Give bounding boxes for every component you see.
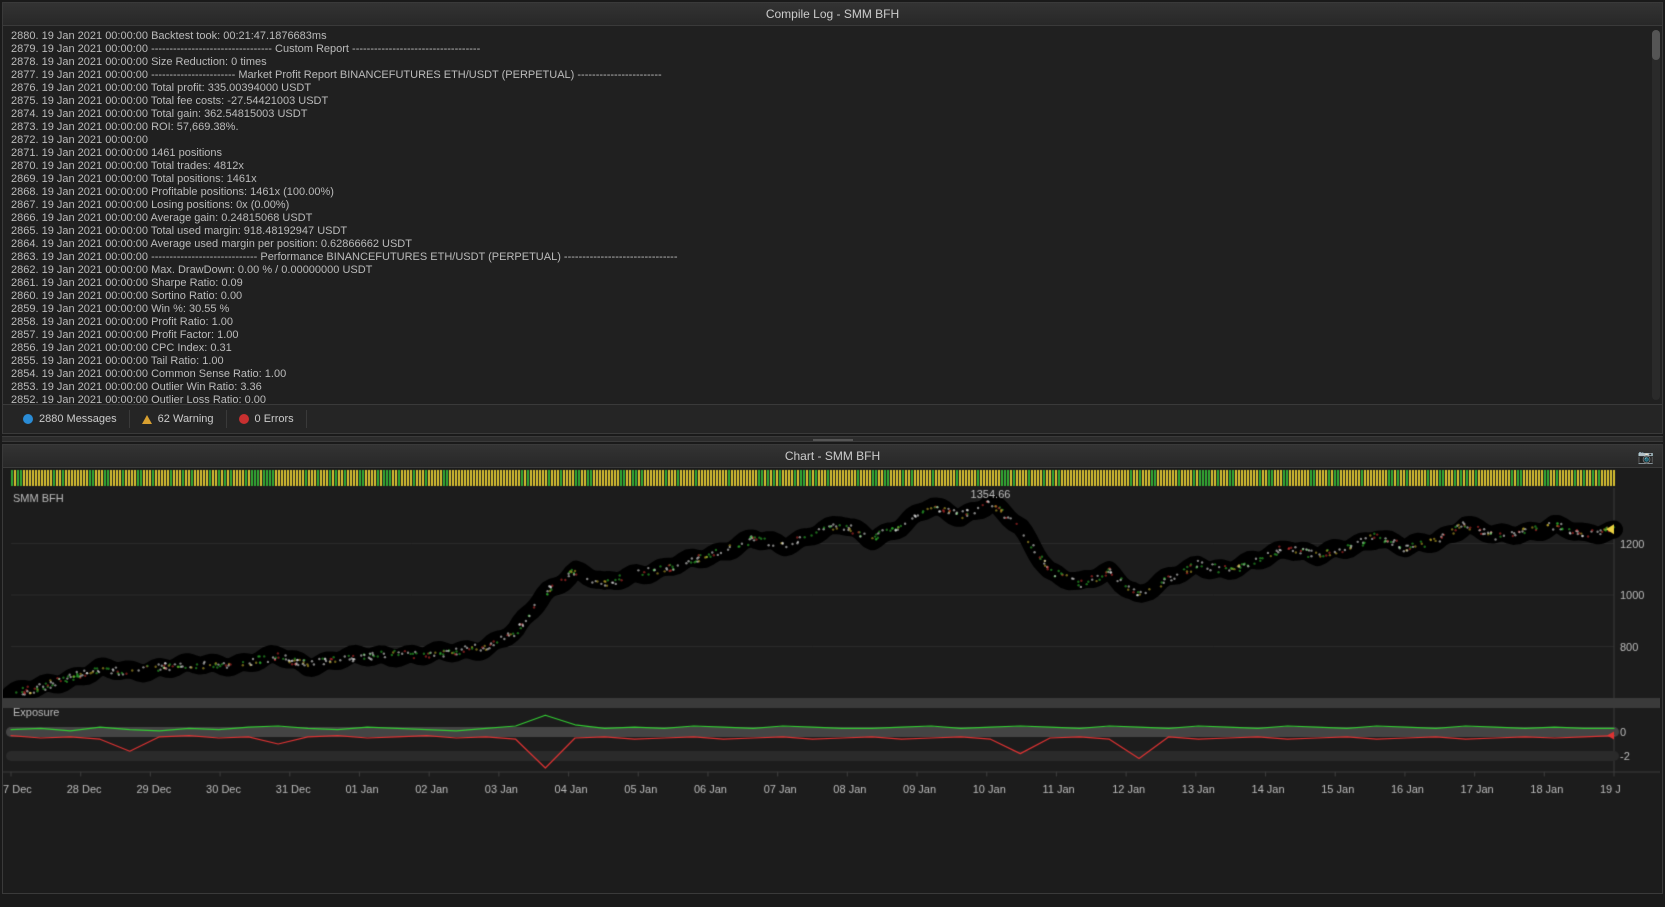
log-line: 2875. 19 Jan 2021 00:00:00 Total fee cos…: [11, 95, 1654, 108]
camera-icon[interactable]: 📷: [1638, 449, 1654, 465]
messages-count[interactable]: 2880 Messages: [11, 410, 130, 428]
warning-icon: [142, 415, 152, 424]
log-line: 2868. 19 Jan 2021 00:00:00 Profitable po…: [11, 186, 1654, 199]
log-line: 2874. 19 Jan 2021 00:00:00 Total gain: 3…: [11, 108, 1654, 121]
log-line: 2866. 19 Jan 2021 00:00:00 Average gain:…: [11, 212, 1654, 225]
log-line: 2870. 19 Jan 2021 00:00:00 Total trades:…: [11, 160, 1654, 173]
warnings-count[interactable]: 62 Warning: [130, 410, 227, 428]
log-line: 2854. 19 Jan 2021 00:00:00 Common Sense …: [11, 368, 1654, 381]
log-scrollbar[interactable]: [1652, 30, 1660, 400]
log-line: 2873. 19 Jan 2021 00:00:00 ROI: 57,669.3…: [11, 121, 1654, 134]
log-line: 2864. 19 Jan 2021 00:00:00 Average used …: [11, 238, 1654, 251]
log-line: 2855. 19 Jan 2021 00:00:00 Tail Ratio: 1…: [11, 355, 1654, 368]
log-line: 2871. 19 Jan 2021 00:00:00 1461 position…: [11, 147, 1654, 160]
log-line: 2865. 19 Jan 2021 00:00:00 Total used ma…: [11, 225, 1654, 238]
info-icon: [23, 414, 33, 424]
log-line: 2852. 19 Jan 2021 00:00:00 Outlier Loss …: [11, 394, 1654, 404]
log-line: 2862. 19 Jan 2021 00:00:00 Max. DrawDown…: [11, 264, 1654, 277]
log-line: 2856. 19 Jan 2021 00:00:00 CPC Index: 0.…: [11, 342, 1654, 355]
log-line: 2861. 19 Jan 2021 00:00:00 Sharpe Ratio:…: [11, 277, 1654, 290]
log-line: 2858. 19 Jan 2021 00:00:00 Profit Ratio:…: [11, 316, 1654, 329]
chart-title: Chart - SMM BFH 📷: [3, 445, 1662, 468]
log-line: 2860. 19 Jan 2021 00:00:00 Sortino Ratio…: [11, 290, 1654, 303]
log-line: 2857. 19 Jan 2021 00:00:00 Profit Factor…: [11, 329, 1654, 342]
log-line: 2872. 19 Jan 2021 00:00:00: [11, 134, 1654, 147]
log-line: 2877. 19 Jan 2021 00:00:00 -------------…: [11, 69, 1654, 82]
errors-count[interactable]: 0 Errors: [227, 410, 307, 428]
log-line: 2859. 19 Jan 2021 00:00:00 Win %: 30.55 …: [11, 303, 1654, 316]
log-line: 2880. 19 Jan 2021 00:00:00 Backtest took…: [11, 30, 1654, 43]
log-line: 2876. 19 Jan 2021 00:00:00 Total profit:…: [11, 82, 1654, 95]
log-line: 2869. 19 Jan 2021 00:00:00 Total positio…: [11, 173, 1654, 186]
log-line: 2879. 19 Jan 2021 00:00:00 -------------…: [11, 43, 1654, 56]
compile-log-title: Compile Log - SMM BFH: [3, 3, 1662, 26]
compile-log-panel: Compile Log - SMM BFH 2880. 19 Jan 2021 …: [2, 2, 1663, 434]
log-line: 2878. 19 Jan 2021 00:00:00 Size Reductio…: [11, 56, 1654, 69]
log-line: 2867. 19 Jan 2021 00:00:00 Losing positi…: [11, 199, 1654, 212]
log-line: 2853. 19 Jan 2021 00:00:00 Outlier Win R…: [11, 381, 1654, 394]
error-icon: [239, 414, 249, 424]
panel-splitter[interactable]: [2, 436, 1663, 442]
chart-canvas[interactable]: [3, 468, 1660, 888]
chart-area[interactable]: [3, 468, 1662, 893]
log-body[interactable]: 2880. 19 Jan 2021 00:00:00 Backtest took…: [3, 26, 1662, 404]
log-line: 2863. 19 Jan 2021 00:00:00 -------------…: [11, 251, 1654, 264]
chart-panel: Chart - SMM BFH 📷: [2, 444, 1663, 894]
statusbar: 2880 Messages 62 Warning 0 Errors: [3, 404, 1662, 433]
